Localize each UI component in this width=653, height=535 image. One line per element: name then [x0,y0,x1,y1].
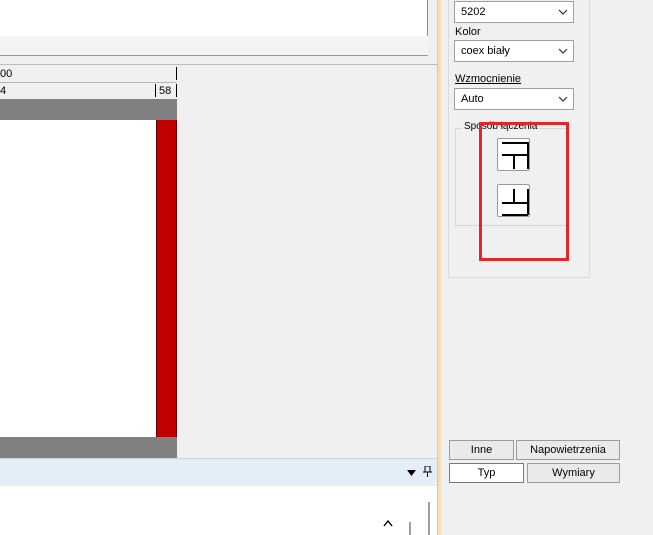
kolor-select-value: coex biały [461,45,510,57]
ruler-tick-right [176,84,177,97]
pin-icon[interactable] [423,465,432,480]
profile-select-value: 5202 [461,6,486,18]
highlight-rectangle [479,122,569,261]
lower-panel-header [0,458,437,486]
top-white-panel [0,0,428,37]
wzmocnienie-select[interactable]: Auto [454,88,574,110]
chevron-down-icon [557,6,569,18]
scrollbar-thumb[interactable] [409,522,411,535]
typ-button[interactable]: Typ [449,463,524,483]
ruler-tick-left [155,84,156,97]
ruler-separator [0,64,437,65]
chevron-down-icon [557,45,569,57]
lower-panel-content [0,486,437,535]
chevron-up-icon[interactable] [383,518,393,530]
scrollbar-edge [428,502,430,535]
frame-bottom-bar[interactable] [0,437,177,459]
ruler-line [0,82,177,83]
panel-splitter-gap [441,0,444,535]
kolor-select[interactable]: coex biały [454,40,574,62]
top-panel-footer [0,36,428,56]
napowietrzenia-button[interactable]: Napowietrzenia [516,440,620,460]
inne-button[interactable]: Inne [449,440,514,460]
ruler-bottom-right-value: 58 [159,85,172,97]
chevron-down-icon [557,93,569,105]
frame-red-post[interactable] [156,120,177,437]
dropdown-arrow-icon[interactable] [407,468,417,480]
frame-glass-area[interactable] [0,120,156,437]
frame-top-bar[interactable] [0,99,177,120]
wzmocnienie-select-value: Auto [461,93,484,105]
ruler-top-value: 00 [0,68,13,80]
ruler-tick-top [176,67,177,80]
ruler-bottom-left-value: 4 [0,85,7,97]
wzmocnienie-label: Wzmocnienie [455,73,522,85]
wymiary-button[interactable]: Wymiary [527,463,620,483]
kolor-label: Kolor [455,26,481,38]
profile-select[interactable]: 5202 [454,1,574,23]
